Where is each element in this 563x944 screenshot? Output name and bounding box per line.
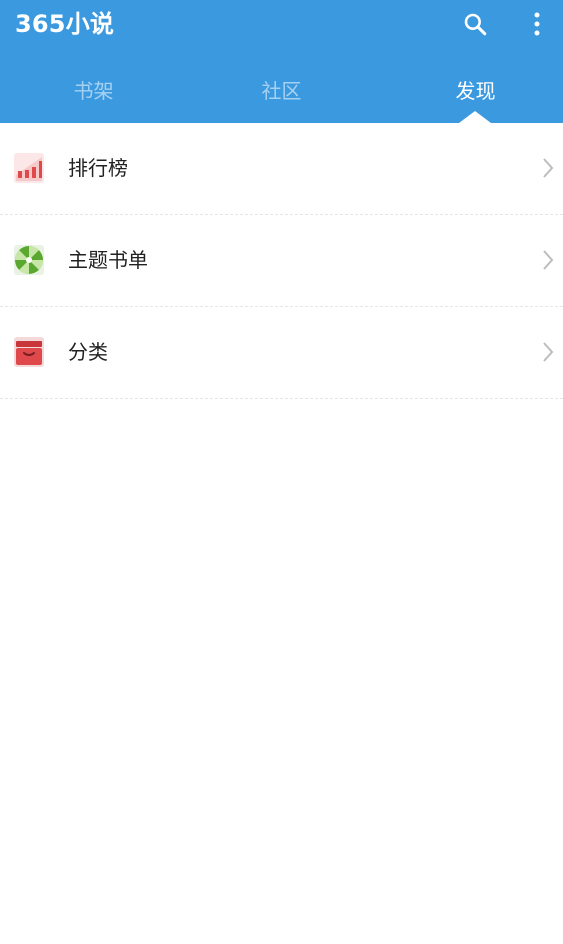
list-item-label: 分类 xyxy=(68,340,108,364)
tab-label: 书架 xyxy=(73,79,114,103)
discover-list: 排行榜 主题书单 分类 xyxy=(0,123,563,399)
search-button[interactable] xyxy=(455,6,495,42)
list-item-ranking[interactable]: 排行榜 xyxy=(0,123,563,215)
list-item-theme-booklist[interactable]: 主题书单 xyxy=(0,215,563,307)
chevron-right-icon xyxy=(543,158,554,178)
category-box-icon xyxy=(14,337,44,367)
chevron-right-icon xyxy=(543,250,554,270)
list-item-label: 排行榜 xyxy=(68,156,128,180)
list-item-label: 主题书单 xyxy=(68,248,148,272)
more-vert-icon xyxy=(534,12,540,36)
search-icon xyxy=(464,13,487,36)
more-options-button[interactable] xyxy=(517,6,557,42)
chevron-right-icon xyxy=(543,342,554,362)
theme-booklist-icon xyxy=(14,245,44,275)
tab-label: 社区 xyxy=(261,79,302,103)
list-item-category[interactable]: 分类 xyxy=(0,307,563,399)
app-bar: 365小说 书架 社区 发现 xyxy=(0,0,563,123)
tab-bookshelf[interactable]: 书架 xyxy=(0,60,187,123)
ranking-chart-icon xyxy=(14,153,44,183)
app-title: 365小说 xyxy=(15,10,115,38)
tab-community[interactable]: 社区 xyxy=(188,60,375,123)
active-tab-indicator xyxy=(459,111,491,123)
tab-label: 发现 xyxy=(455,79,496,103)
